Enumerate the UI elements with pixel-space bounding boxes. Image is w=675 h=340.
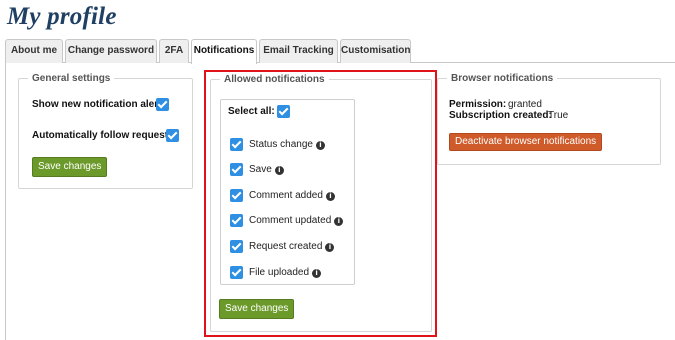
subscription-value: True: [548, 110, 569, 121]
tab-change-password[interactable]: Change password: [65, 39, 157, 63]
browser-notifications-legend: Browser notifications: [451, 73, 554, 84]
tab-about-me[interactable]: About me: [5, 39, 63, 63]
tab-2fa[interactable]: 2FA: [159, 39, 189, 63]
show-alert-label: Show new notification alert:: [32, 99, 165, 110]
auto-follow-checkbox[interactable]: [166, 129, 179, 142]
page-title: My profile: [7, 3, 117, 30]
tab-customisation[interactable]: Customisation: [340, 39, 411, 63]
tab-notifications[interactable]: Notifications: [191, 39, 257, 64]
auto-follow-label: Automatically follow requests:: [32, 130, 178, 141]
deactivate-browser-notifications-button[interactable]: Deactivate browser notifications: [449, 133, 603, 151]
general-save-button[interactable]: Save changes: [32, 157, 108, 177]
permission-value: granted: [508, 99, 542, 110]
show-alert-checkbox[interactable]: [156, 98, 169, 111]
highlight-frame: [204, 70, 437, 337]
permission-label: Permission:: [449, 99, 507, 110]
general-settings-legend: General settings: [32, 73, 111, 84]
tab-bar: About me Change password 2FA Notificatio…: [5, 39, 675, 64]
tab-email-tracking[interactable]: Email Tracking: [259, 39, 338, 63]
subscription-label: Subscription created:: [449, 110, 552, 121]
